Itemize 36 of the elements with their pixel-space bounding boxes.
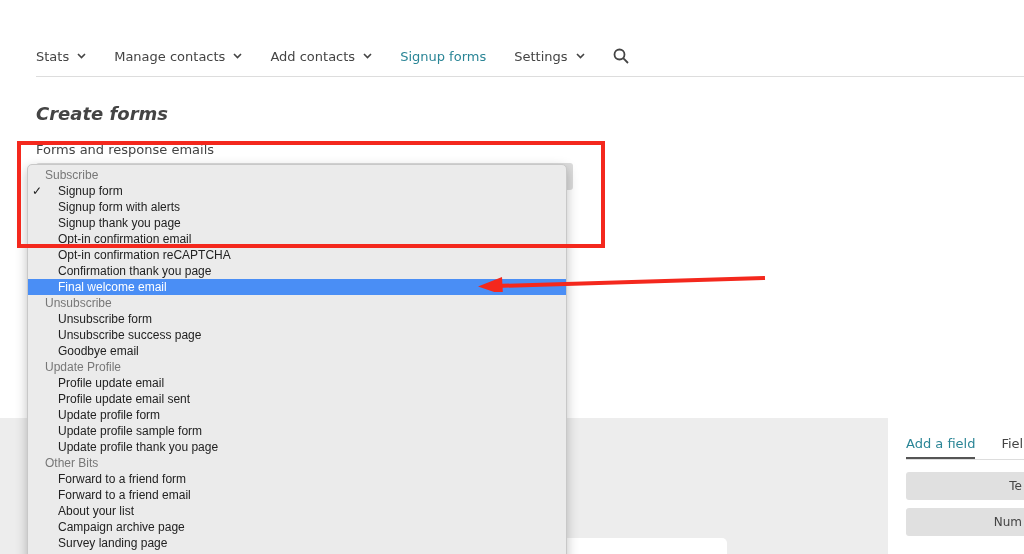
menu-option[interactable]: Unsubscribe form — [28, 311, 566, 327]
menu-option[interactable]: Opt-in confirmation email — [28, 231, 566, 247]
nav-menu-item[interactable]: Settings — [514, 48, 585, 64]
menu-option[interactable]: Update profile sample form — [28, 423, 566, 439]
field-type-button[interactable]: Te — [906, 472, 1024, 500]
search-icon[interactable] — [612, 48, 629, 64]
field-label: Forms and response emails — [36, 142, 216, 157]
menu-option[interactable]: ✓ Signup form — [28, 183, 566, 199]
menu-option[interactable]: About your list — [28, 503, 566, 519]
menu-option[interactable]: Goodbye email — [28, 343, 566, 359]
menu-option[interactable]: Unsubscribe success page — [28, 327, 566, 343]
menu-option[interactable]: Profile update email — [28, 375, 566, 391]
menu-option[interactable]: Survey landing page — [28, 535, 566, 551]
menu-option[interactable]: Profile update email sent — [28, 391, 566, 407]
nav-menu-item[interactable]: Add contacts — [270, 48, 373, 64]
menu-group-header: Subscribe — [44, 167, 100, 183]
menu-option[interactable]: Forward to a friend form — [28, 471, 566, 487]
menu-group-header: Unsubscribe — [44, 295, 113, 311]
panel-tab[interactable]: Add a field — [906, 436, 976, 459]
check-mark: ✓ — [32, 183, 42, 199]
field-type-button[interactable]: Num — [906, 508, 1024, 536]
menu-group-header: Other Bits — [44, 455, 100, 471]
menu-option[interactable]: Update profile thank you page — [28, 439, 566, 455]
nav-menu-item[interactable]: Manage contacts — [114, 48, 243, 64]
panel-tab[interactable]: Fiel — [1001, 436, 1024, 459]
menu-option[interactable]: Signup form with alerts — [28, 199, 566, 215]
menu-option[interactable]: Opt-in confirmation reCAPTCHA — [28, 247, 566, 263]
menu-option[interactable]: Campaign archive page — [28, 519, 566, 535]
nav-menu-item[interactable]: Signup forms — [400, 48, 487, 64]
menu-group-header: Update Profile — [44, 359, 123, 375]
menu-option[interactable]: Signup thank you page — [28, 215, 566, 231]
nav-menu-item[interactable]: Stats — [36, 48, 87, 64]
menu-option[interactable]: Update profile form — [28, 407, 566, 423]
page-title: Create forms — [36, 103, 170, 124]
menu-option[interactable]: Confirmation thank you page — [28, 263, 566, 279]
menu-option[interactable]: Forward to a friend email — [28, 487, 566, 503]
